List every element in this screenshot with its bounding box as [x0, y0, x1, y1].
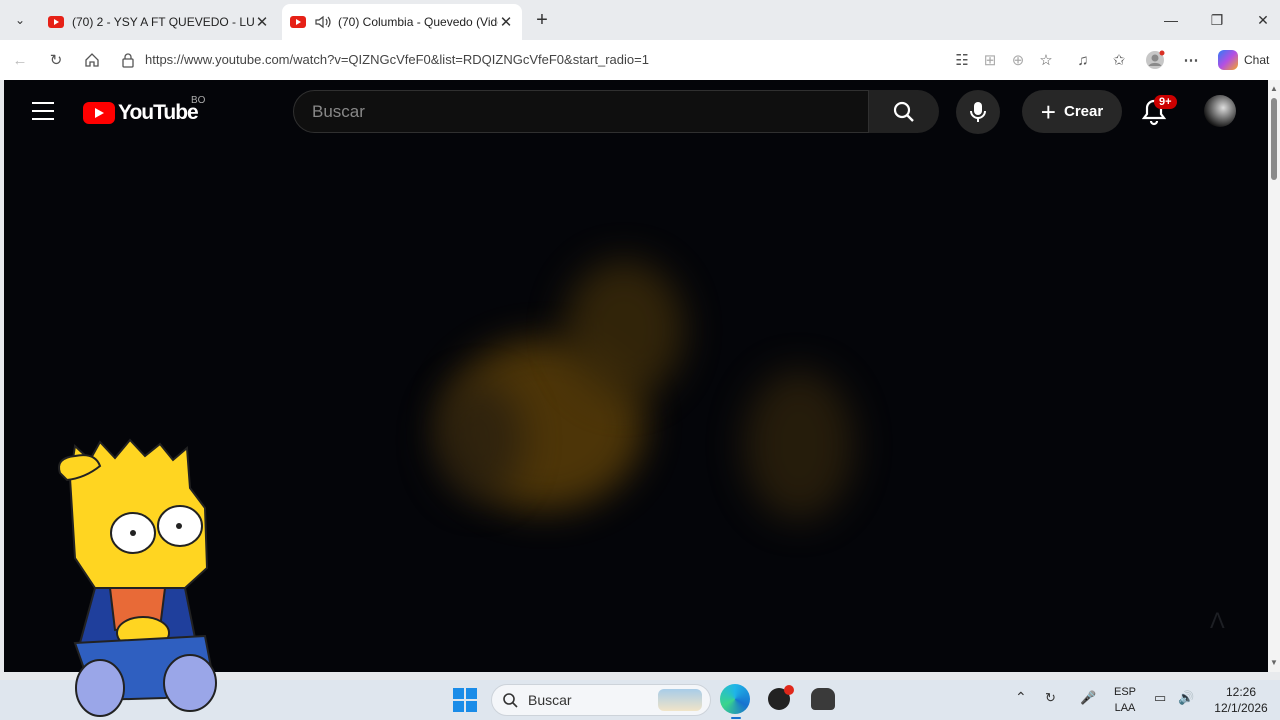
page-scrollbar[interactable]: ▲ ▼ — [1268, 80, 1280, 672]
close-tab-icon[interactable]: ✕ — [254, 13, 270, 31]
home-icon[interactable] — [80, 48, 104, 72]
create-label: Crear — [1063, 103, 1104, 120]
logo-text: YouTube — [118, 101, 199, 124]
menu-icon[interactable] — [32, 102, 54, 126]
active-app-indicator — [731, 717, 741, 719]
plus-icon: + — [1040, 96, 1056, 127]
browser-titlebar: ⌄ (70) 2 - YSY A FT QUEVEDO - LUGAR ✕ (7… — [0, 0, 1280, 40]
notification-badge: 9+ — [1154, 95, 1177, 109]
close-window-button[interactable]: ✕ — [1240, 0, 1280, 40]
zoom-icon[interactable]: ⊕ — [1006, 48, 1030, 72]
app-available-icon[interactable]: ⊞ — [978, 48, 1002, 72]
tab-title: (70) 2 - YSY A FT QUEVEDO - LUGAR — [72, 15, 254, 29]
search-button[interactable] — [869, 90, 939, 133]
app-notification-dot — [784, 685, 794, 695]
youtube-favicon-icon — [290, 16, 306, 28]
clock-date: 12/1/2026 — [1214, 701, 1268, 715]
copilot-chat-button[interactable]: Chat — [1218, 50, 1269, 70]
youtube-masthead: YouTube BO + Crear 9+ — [4, 80, 1268, 144]
new-tab-button[interactable]: + — [530, 8, 554, 32]
chat-label: Chat — [1244, 53, 1270, 67]
profile-icon[interactable] — [1143, 48, 1167, 72]
video-frame-figure — [434, 380, 524, 500]
volume-icon[interactable]: 🔊 — [1178, 690, 1194, 706]
minimize-button[interactable]: — — [1148, 0, 1194, 40]
taskbar-search-label: Buscar — [528, 692, 572, 708]
scrollbar-thumb[interactable] — [1271, 98, 1277, 180]
tab-active[interactable]: (70) Columbia - Quevedo (Video Oficial) … — [282, 4, 522, 40]
translate-icon[interactable]: ☷ — [950, 48, 974, 72]
address-bar[interactable]: https://www.youtube.com/watch?v=QIZNGcVf… — [145, 52, 649, 67]
lock-icon[interactable] — [116, 48, 140, 72]
more-menu-icon[interactable]: ⋯ — [1179, 48, 1203, 72]
maximize-button[interactable]: ❐ — [1194, 0, 1240, 40]
search-box — [293, 90, 869, 133]
video-frame-figure — [744, 370, 854, 520]
scroll-up-icon[interactable]: ▲ — [1270, 84, 1278, 93]
game-app-icon[interactable] — [811, 688, 835, 710]
speaker-icon[interactable] — [314, 14, 332, 30]
close-tab-icon[interactable]: ✕ — [498, 13, 514, 31]
search-icon — [503, 693, 518, 708]
favorites-icon[interactable]: ✩ — [1107, 48, 1131, 72]
edge-browser-icon[interactable] — [720, 684, 750, 714]
language-indicator[interactable]: ESP LAA — [1110, 684, 1140, 716]
sync-icon[interactable]: ↻ — [1045, 690, 1056, 706]
taskbar-search[interactable]: Buscar — [491, 684, 711, 716]
clock-time: 12:26 — [1225, 685, 1257, 699]
country-code: BO — [191, 95, 206, 106]
search-input[interactable] — [294, 91, 868, 132]
youtube-play-logo-icon — [83, 102, 115, 124]
favorite-star-icon[interactable]: ☆ — [1034, 48, 1058, 72]
search-icon — [893, 101, 914, 122]
tab-title: (70) Columbia - Quevedo (Video Oficial) — [338, 15, 498, 29]
refresh-icon[interactable]: ↻ — [44, 48, 68, 72]
scroll-down-icon[interactable]: ▼ — [1270, 658, 1278, 667]
back-icon[interactable]: ← — [8, 48, 32, 72]
browser-toolbar: ← ↻ https://www.youtube.com/watch?v=QIZN… — [0, 40, 1280, 80]
media-control-icon[interactable]: ♫ — [1071, 48, 1095, 72]
create-button[interactable]: + Crear — [1022, 90, 1122, 133]
keyboard-layout: LAA — [1114, 702, 1136, 714]
copilot-icon — [1218, 50, 1238, 70]
tab-actions-menu-icon[interactable]: ⌄ — [6, 6, 34, 34]
account-avatar[interactable] — [1204, 95, 1236, 127]
search-highlight-icon — [658, 689, 702, 711]
youtube-logo[interactable]: YouTube BO — [83, 95, 205, 125]
microphone-icon — [970, 102, 986, 122]
language-code: ESP — [1113, 686, 1136, 698]
show-hidden-icons[interactable]: ⌃ — [1015, 689, 1027, 706]
youtube-favicon-icon — [48, 16, 64, 28]
system-clock[interactable]: 12:26 12/1/2026 — [1210, 684, 1272, 716]
network-icon[interactable]: ▭ — [1154, 690, 1166, 706]
bart-sticker-image — [58, 438, 217, 717]
windows-start-icon[interactable] — [453, 688, 477, 712]
microphone-tray-icon[interactable]: 🎤 — [1080, 690, 1096, 706]
channel-watermark-icon[interactable]: Λ — [1210, 608, 1244, 636]
tab-inactive[interactable]: (70) 2 - YSY A FT QUEVEDO - LUGAR ✕ — [40, 4, 278, 40]
voice-search-button[interactable] — [956, 90, 1000, 134]
video-frame-figure — [564, 260, 684, 400]
